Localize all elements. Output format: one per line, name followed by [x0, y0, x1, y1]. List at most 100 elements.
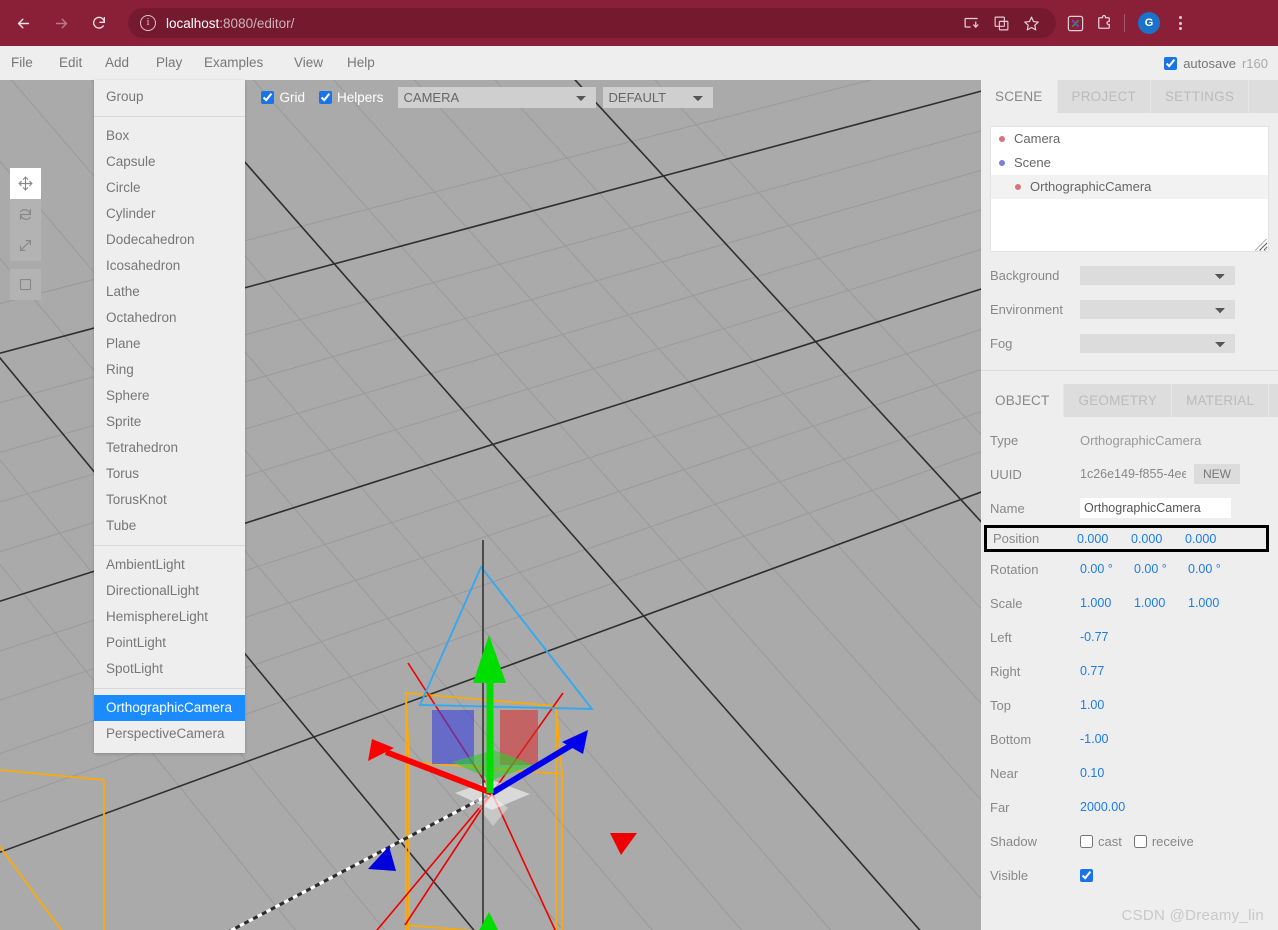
shadow-receive-checkbox[interactable]: [1133, 834, 1147, 848]
add-menu-item-octahedron[interactable]: Octahedron: [94, 305, 245, 331]
uuid-label: UUID: [990, 466, 1022, 482]
rotation-y[interactable]: 0.00 °: [1134, 562, 1188, 576]
menu-file[interactable]: File: [0, 46, 44, 80]
tab-settings[interactable]: SETTINGS: [1150, 80, 1250, 113]
grid-toggle[interactable]: Grid: [261, 90, 305, 105]
add-menu-item-spotlight[interactable]: SpotLight: [94, 656, 245, 682]
background-select[interactable]: [1080, 265, 1235, 285]
add-menu-item-cylinder[interactable]: Cylinder: [94, 201, 245, 227]
add-menu-item-plane[interactable]: Plane: [94, 331, 245, 357]
address-bar[interactable]: i localhost:8080/editor/: [128, 8, 1056, 38]
position-x[interactable]: 0.000: [1077, 532, 1131, 546]
uuid-value: 1c26e149-f855-4ee: [1080, 467, 1186, 481]
menu-view[interactable]: View: [283, 46, 334, 80]
add-menu-item-icosahedron[interactable]: Icosahedron: [94, 253, 245, 279]
add-menu-item-tube[interactable]: Tube: [94, 513, 245, 539]
helpers-toggle[interactable]: Helpers: [318, 90, 384, 105]
add-menu-dropdown[interactable]: Group Box Capsule Circle Cylinder Dodecahedro…: [94, 80, 245, 753]
add-menu-item-ring[interactable]: Ring: [94, 357, 245, 383]
rotation-x[interactable]: 0.00 °: [1080, 562, 1134, 576]
add-menu-item-hemispherelight[interactable]: HemisphereLight: [94, 604, 245, 630]
tab-project[interactable]: PROJECT: [1057, 80, 1151, 113]
local-space-toggle[interactable]: [10, 269, 41, 300]
back-button[interactable]: [8, 8, 38, 38]
tab-geometry[interactable]: GEOMETRY: [1064, 384, 1173, 417]
outliner-label: OrthographicCamera: [1030, 179, 1152, 194]
add-menu-item-pointlight[interactable]: PointLight: [94, 630, 245, 656]
add-menu-item-sphere[interactable]: Sphere: [94, 383, 245, 409]
autosave-label: autosave: [1183, 55, 1236, 71]
translate-icon[interactable]: [988, 10, 1014, 36]
tab-scene[interactable]: SCENE: [981, 80, 1058, 113]
add-menu-item-ambientlight[interactable]: AmbientLight: [94, 552, 245, 578]
add-menu-item-orthographiccamera[interactable]: OrthographicCamera: [94, 695, 245, 721]
outliner-item-orthographiccamera[interactable]: OrthographicCamera: [991, 175, 1268, 199]
three-dots-menu-icon[interactable]: [1169, 16, 1191, 30]
fog-select[interactable]: [1080, 333, 1235, 353]
helpers-checkbox[interactable]: [318, 90, 332, 104]
scale-y[interactable]: 1.000: [1134, 596, 1188, 610]
scene-outliner[interactable]: Camera Scene OrthographicCamera: [990, 126, 1269, 252]
add-menu-item-box[interactable]: Box: [94, 123, 245, 149]
menu-separator: [94, 545, 245, 546]
outliner-item-scene[interactable]: Scene: [991, 151, 1268, 175]
add-menu-item-group[interactable]: Group: [94, 84, 245, 110]
position-y[interactable]: 0.000: [1131, 532, 1185, 546]
autosave-checkbox[interactable]: [1164, 56, 1178, 70]
add-menu-item-perspectivecamera[interactable]: PerspectiveCamera: [94, 721, 245, 747]
translate-tool[interactable]: [10, 168, 41, 199]
grid-checkbox[interactable]: [261, 90, 275, 104]
outliner-item-camera[interactable]: Camera: [991, 127, 1268, 151]
add-menu-item-capsule[interactable]: Capsule: [94, 149, 245, 175]
tab-material[interactable]: MATERIAL: [1172, 384, 1270, 417]
add-menu-item-circle[interactable]: Circle: [94, 175, 245, 201]
site-info-icon[interactable]: i: [140, 15, 156, 31]
shadow-cast-checkbox[interactable]: [1080, 834, 1093, 848]
menu-edit[interactable]: Edit: [48, 46, 93, 80]
reload-button[interactable]: [84, 8, 114, 38]
revision-label: r160: [1241, 55, 1268, 71]
outliner-resize-handle[interactable]: [1255, 239, 1267, 251]
menu-examples[interactable]: Examples: [193, 46, 274, 80]
extensions-puzzle-icon[interactable]: [1091, 10, 1117, 36]
rotation-z[interactable]: 0.00 °: [1188, 562, 1242, 576]
scale-tool[interactable]: [10, 230, 41, 261]
menu-play[interactable]: Play: [145, 46, 193, 80]
position-z[interactable]: 0.000: [1185, 532, 1239, 546]
shading-select[interactable]: DEFAULT: [602, 86, 713, 108]
camera-select[interactable]: CAMERA: [397, 86, 596, 108]
fog-row: Fog: [981, 326, 1278, 360]
install-app-icon[interactable]: [958, 10, 984, 36]
environment-select[interactable]: [1080, 299, 1235, 319]
rotate-tool[interactable]: [10, 199, 41, 230]
tab-object[interactable]: OBJECT: [981, 384, 1065, 417]
background-row: Background: [981, 258, 1278, 292]
add-menu-item-torus[interactable]: Torus: [94, 461, 245, 487]
star-icon[interactable]: [1018, 10, 1044, 36]
left-value[interactable]: -0.77: [1080, 630, 1109, 644]
far-value[interactable]: 2000.00: [1080, 800, 1125, 814]
forward-button[interactable]: [46, 8, 76, 38]
menu-help[interactable]: Help: [336, 46, 386, 80]
add-menu-item-directionallight[interactable]: DirectionalLight: [94, 578, 245, 604]
top-value[interactable]: 1.00: [1080, 698, 1104, 712]
near-value[interactable]: 0.10: [1080, 766, 1104, 780]
add-menu-item-dodecahedron[interactable]: Dodecahedron: [94, 227, 245, 253]
add-menu-item-tetrahedron[interactable]: Tetrahedron: [94, 435, 245, 461]
visible-checkbox[interactable]: [1080, 868, 1093, 882]
scale-z[interactable]: 1.000: [1188, 596, 1242, 610]
scale-x[interactable]: 1.000: [1080, 596, 1134, 610]
extension-x-icon[interactable]: [1062, 10, 1088, 36]
object-type-dot: [999, 136, 1005, 142]
add-menu-item-torusknot[interactable]: TorusKnot: [94, 487, 245, 513]
right-value[interactable]: 0.77: [1080, 664, 1104, 678]
bottom-label: Bottom: [990, 731, 1032, 747]
menu-add[interactable]: Add: [94, 46, 141, 80]
uuid-new-button[interactable]: NEW: [1194, 464, 1240, 484]
add-menu-item-sprite[interactable]: Sprite: [94, 409, 245, 435]
name-input[interactable]: [1080, 498, 1231, 518]
browser-toolbar: i localhost:8080/editor/ G: [0, 0, 1278, 46]
add-menu-item-lathe[interactable]: Lathe: [94, 279, 245, 305]
avatar[interactable]: G: [1138, 12, 1160, 34]
bottom-value[interactable]: -1.00: [1080, 732, 1109, 746]
